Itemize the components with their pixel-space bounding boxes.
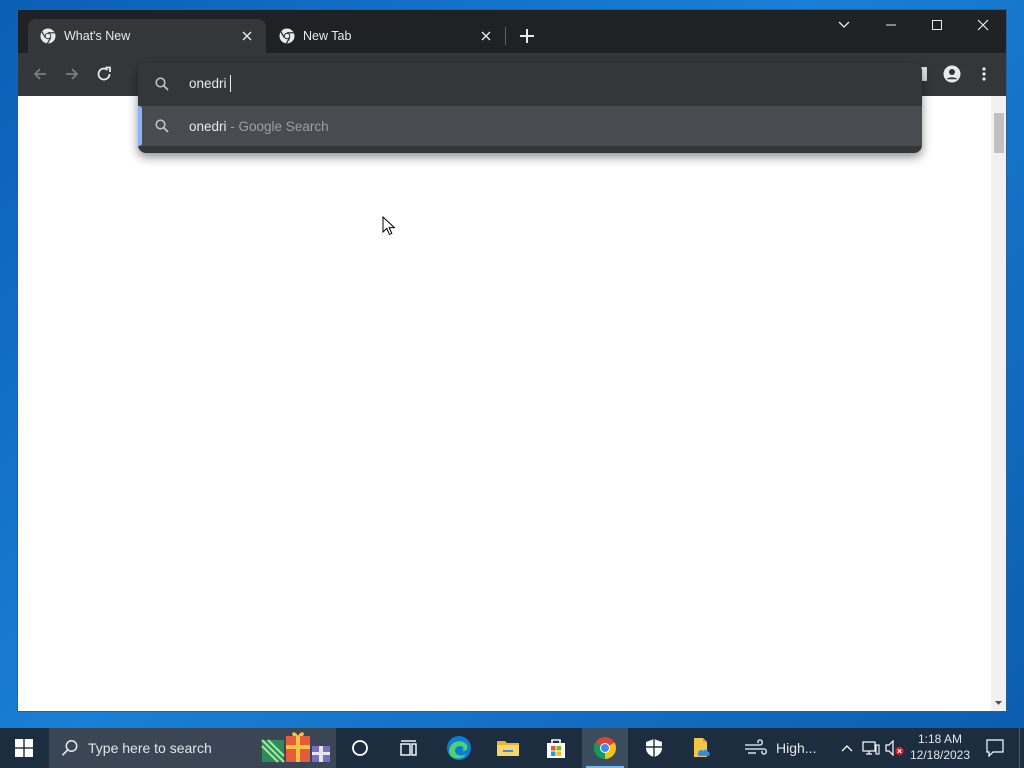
chrome-icon: [594, 737, 616, 759]
mouse-cursor-icon: [382, 216, 396, 236]
windows-logo-icon: [15, 739, 33, 757]
search-icon: [155, 77, 169, 91]
reload-icon: [97, 66, 111, 81]
minimize-icon: [886, 24, 896, 26]
microsoft-store-icon: [547, 739, 565, 758]
windows-security-icon: [646, 739, 662, 757]
edge-taskbar-button[interactable]: [436, 728, 482, 768]
weather-text: High...: [776, 740, 817, 756]
tab-title: New Tab: [303, 29, 352, 43]
plus-icon: [520, 29, 534, 43]
cortana-icon: [352, 740, 368, 756]
wind-icon: [745, 739, 768, 755]
taskbar-search-box[interactable]: Type here to search: [49, 728, 336, 768]
close-icon: [977, 19, 989, 31]
clock-date: 12/18/2023: [909, 748, 971, 762]
weather-widget[interactable]: High...: [738, 728, 828, 768]
task-view-icon: [400, 740, 417, 756]
chrome-favicon-icon: [279, 28, 295, 44]
tab-divider: [505, 27, 506, 45]
suggestion-query: onedri: [189, 118, 227, 134]
omnibox-suggestion[interactable]: onedri - Google Search: [138, 106, 922, 146]
show-desktop-button[interactable]: [1019, 728, 1024, 768]
start-button[interactable]: [0, 728, 48, 768]
address-bar[interactable]: onedri: [138, 63, 922, 105]
omnibox-dropdown: onedri onedri - Google Search: [138, 63, 922, 153]
chevron-down-icon: [838, 21, 850, 28]
arrow-right-icon: [66, 68, 79, 80]
chrome-taskbar-button[interactable]: [582, 728, 628, 768]
vertical-scrollbar[interactable]: [991, 96, 1006, 711]
profile-icon: [943, 65, 961, 83]
cortana-button[interactable]: [337, 728, 383, 768]
chrome-favicon-icon: [40, 28, 56, 44]
tab-title: What's New: [64, 29, 131, 43]
onedrive-file-icon: [694, 738, 710, 757]
onedrive-file-button[interactable]: [680, 728, 726, 768]
close-tab-icon[interactable]: [477, 27, 495, 45]
windows-security-button[interactable]: [631, 728, 677, 768]
search-icon: [61, 740, 78, 756]
suggestion-text: onedri - Google Search: [189, 119, 329, 134]
minimize-button[interactable]: [868, 10, 914, 40]
suggestion-suffix: - Google Search: [226, 118, 329, 134]
reload-button[interactable]: [89, 59, 119, 89]
close-tab-icon[interactable]: [238, 27, 256, 45]
browser-window: What's New New Tab onedri onedri - Googl…: [18, 10, 1006, 711]
arrow-left-icon: [33, 68, 46, 80]
tab-whats-new[interactable]: What's New: [28, 19, 266, 53]
edge-icon: [447, 736, 471, 760]
volume-tray-button[interactable]: [884, 728, 906, 768]
microsoft-store-button[interactable]: [533, 728, 579, 768]
network-icon: [862, 741, 880, 755]
chevron-up-icon: [841, 745, 853, 752]
search-placeholder: Type here to search: [88, 740, 212, 756]
scroll-down-arrow-icon[interactable]: [994, 699, 1003, 708]
maximize-button[interactable]: [914, 10, 960, 40]
tab-strip: What's New New Tab: [18, 10, 1006, 53]
taskbar: Type here to search High... 1:18 AM 12/1…: [0, 728, 1024, 768]
tab-new-tab[interactable]: New Tab: [267, 19, 505, 53]
text-caret: [229, 74, 231, 92]
show-hidden-icons-button[interactable]: [836, 728, 858, 768]
network-tray-button[interactable]: [860, 728, 882, 768]
file-explorer-button[interactable]: [485, 728, 531, 768]
search-icon: [155, 119, 169, 133]
system-clock[interactable]: 1:18 AM 12/18/2023: [907, 731, 973, 765]
profile-button[interactable]: [937, 59, 967, 89]
notification-icon: [986, 739, 1004, 757]
maximize-icon: [932, 20, 942, 30]
forward-button[interactable]: [57, 59, 87, 89]
back-button[interactable]: [25, 59, 55, 89]
volume-muted-icon: [885, 740, 904, 756]
page-viewport[interactable]: [18, 96, 1006, 711]
tab-search-button[interactable]: [821, 10, 867, 40]
new-tab-button[interactable]: [515, 24, 539, 48]
address-bar-input[interactable]: onedri: [189, 74, 231, 92]
menu-button[interactable]: [969, 59, 999, 89]
scrollbar-thumb[interactable]: [994, 113, 1004, 153]
gift-boxes-icon: [261, 732, 330, 763]
notification-center-button[interactable]: [980, 728, 1010, 768]
kebab-menu-icon: [982, 67, 986, 81]
close-window-button[interactable]: [960, 10, 1006, 40]
file-explorer-icon: [497, 741, 519, 756]
task-view-button[interactable]: [385, 728, 431, 768]
clock-time: 1:18 AM: [917, 732, 963, 746]
